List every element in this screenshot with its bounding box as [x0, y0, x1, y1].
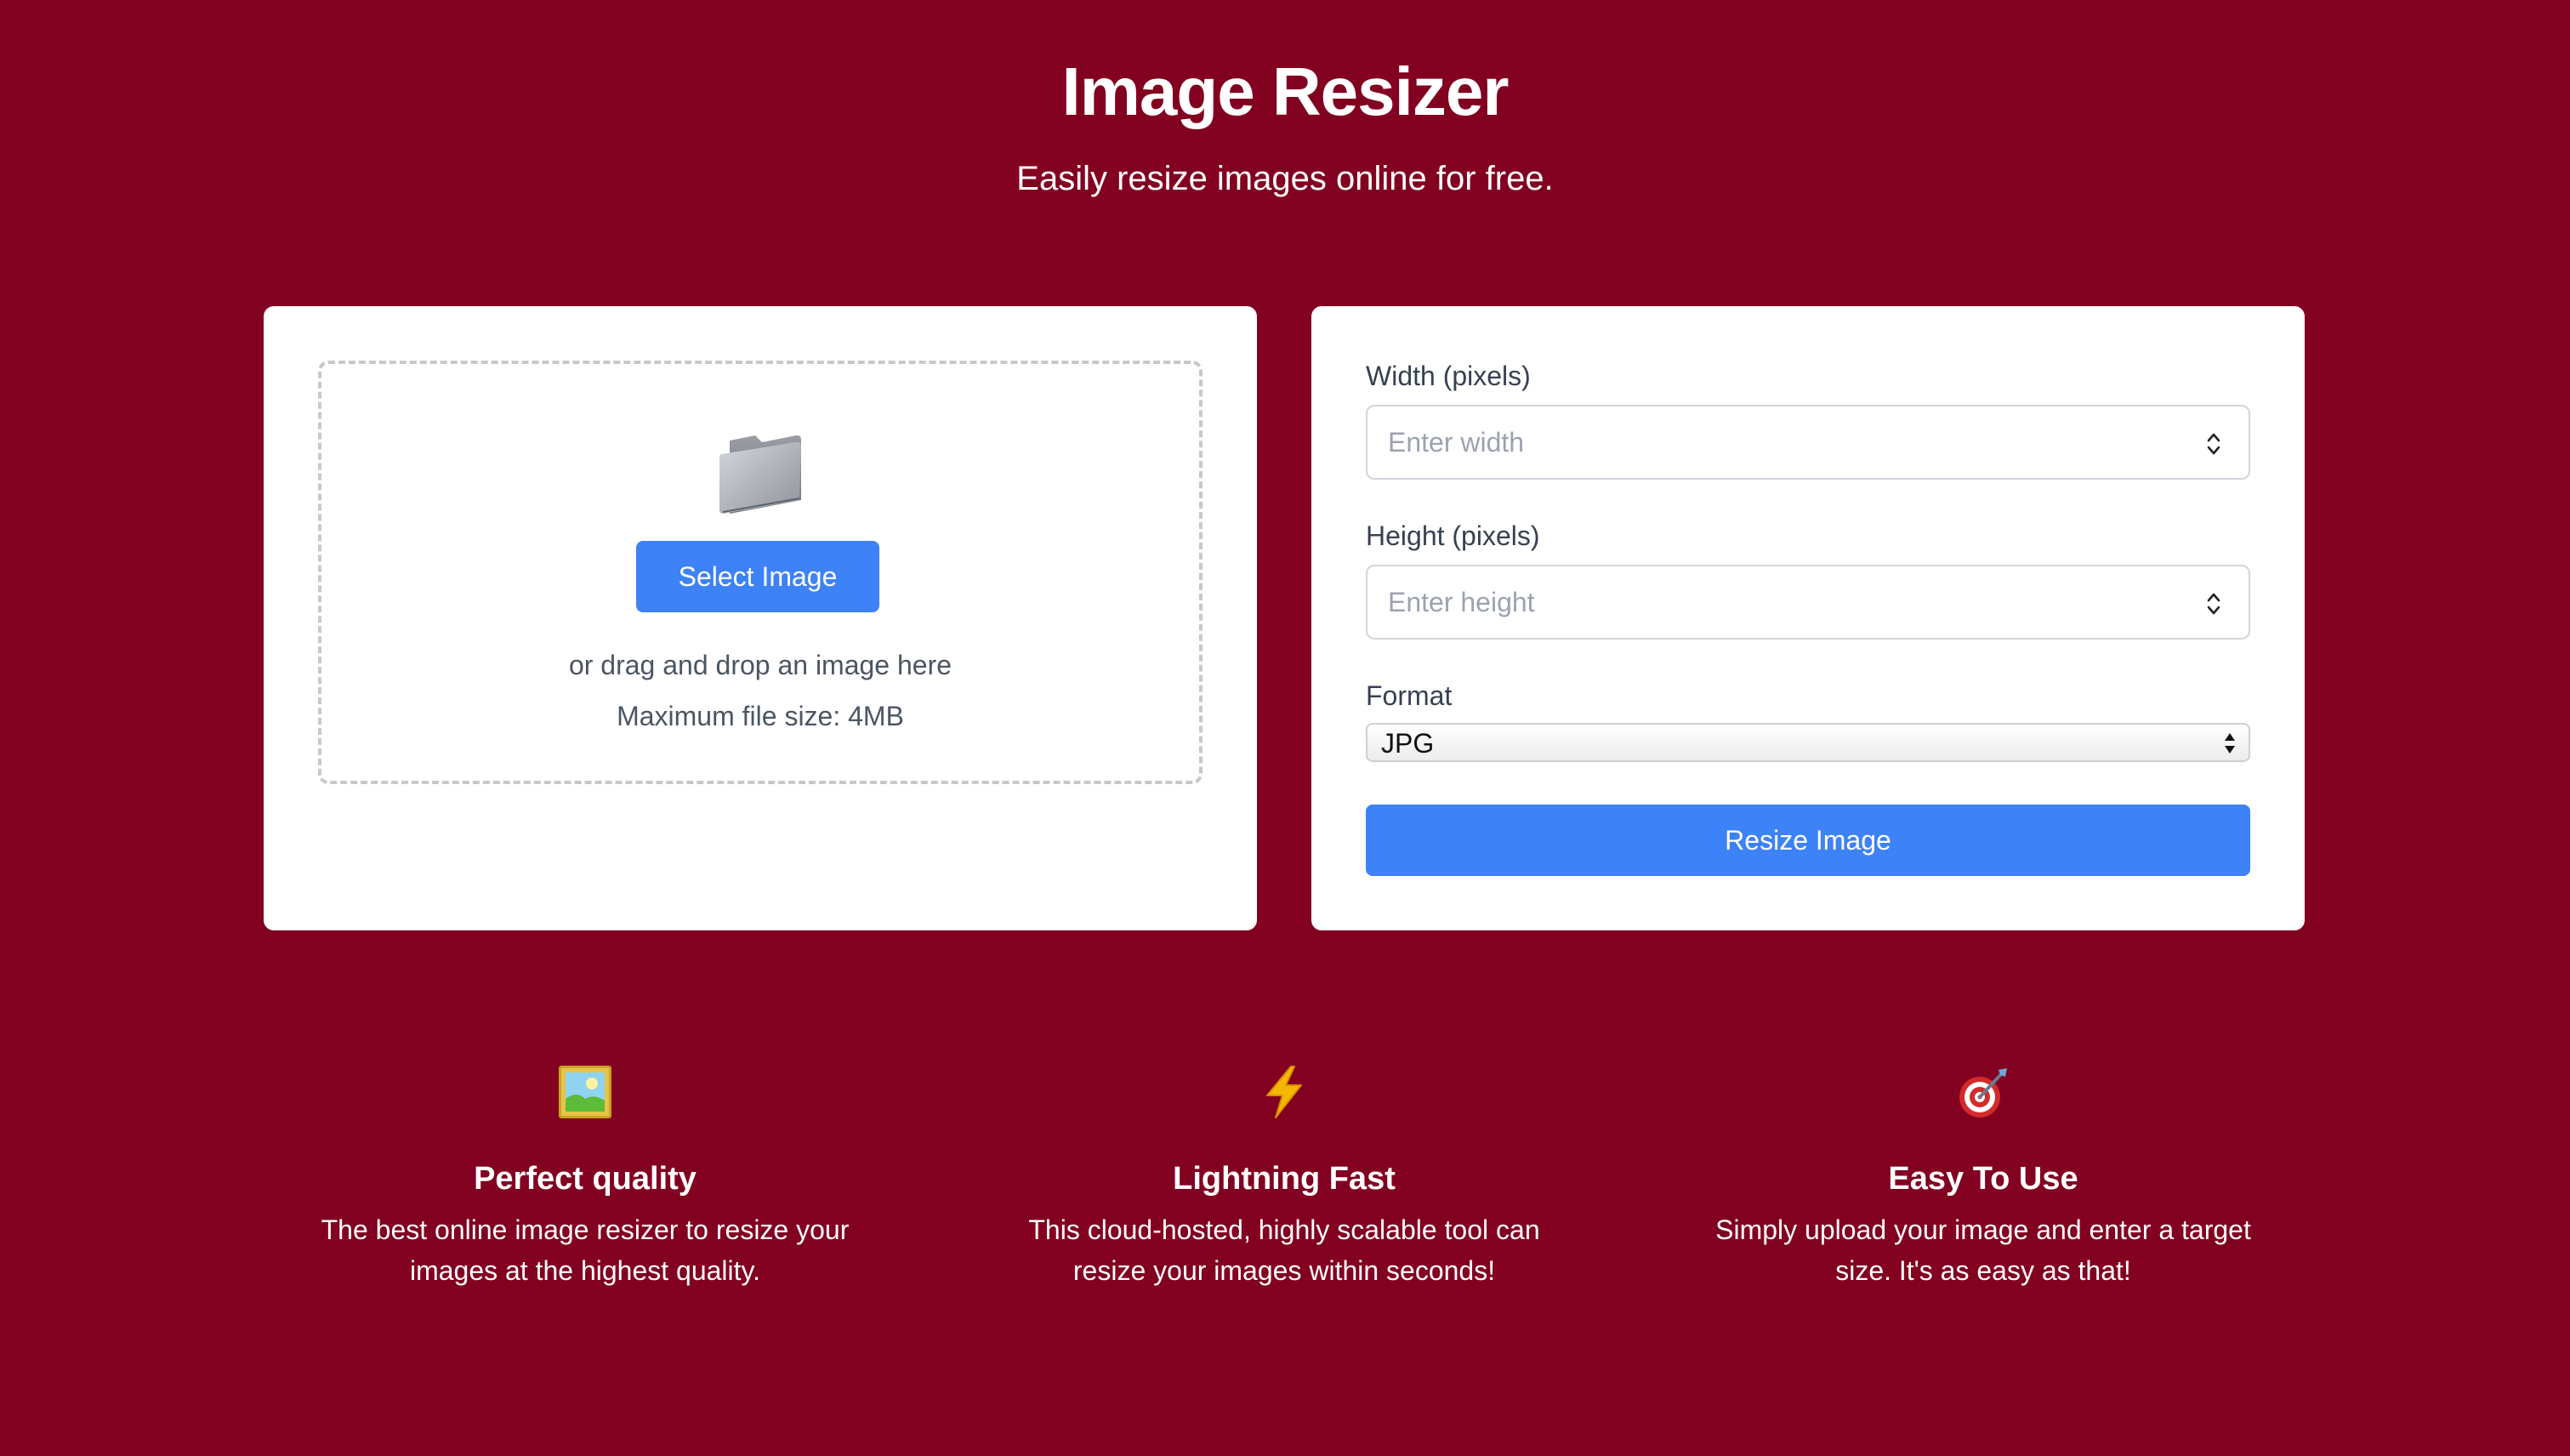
drag-drop-hint: or drag and drop an image here [568, 650, 952, 680]
feature-description-line: The best online image resizer to resize … [321, 1214, 850, 1245]
feature-description-line: This cloud-hosted, highly scalable tool … [1028, 1214, 1540, 1245]
image-dropzone[interactable]: Select Image or drag and drop an image h… [318, 361, 1203, 784]
target-icon [1959, 1068, 2007, 1118]
stepper-icon[interactable] [2206, 590, 2221, 617]
feature-description: The best online image resizer to resize … [279, 1209, 891, 1291]
feature-description-line: size. It's as easy as that! [1835, 1255, 2131, 1286]
feature-perfect-quality: Perfect quality The best online image re… [279, 1065, 891, 1303]
height-label: Height (pixels) [1366, 520, 1540, 551]
feature-easy-to-use: Easy To Use Simply upload your image and… [1677, 1065, 2289, 1303]
page-subtitle: Easily resize images online for free. [1016, 160, 1554, 197]
feature-description-line: resize your images within seconds! [1072, 1255, 1496, 1286]
feature-description: This cloud-hosted, highly scalable tool … [978, 1209, 1590, 1291]
stepper-icon[interactable] [2206, 430, 2221, 458]
feature-lightning-fast: Lightning Fast This cloud-hosted, highly… [978, 1065, 1590, 1303]
lightning-icon [1266, 1066, 1302, 1118]
height-placeholder: Enter height [1388, 587, 1535, 617]
feature-description-line: images at the highest quality. [409, 1255, 761, 1286]
format-selected-value: JPG [1381, 728, 1435, 759]
select-image-button[interactable]: Select Image [636, 541, 879, 612]
resize-image-button[interactable]: Resize Image [1366, 805, 2250, 876]
upload-card: Select Image or drag and drop an image h… [264, 306, 1257, 930]
feature-title: Easy To Use [1888, 1161, 2078, 1197]
page-title: Image Resizer [1061, 54, 1509, 129]
feature-title: Lightning Fast [1173, 1161, 1396, 1197]
settings-card: Width (pixels) Enter width Height (pixel… [1311, 306, 2305, 930]
width-input[interactable]: Enter width [1366, 405, 2250, 480]
height-input[interactable]: Enter height [1366, 565, 2250, 640]
select-arrows-icon [2225, 733, 2235, 754]
format-label: Format [1366, 680, 1453, 711]
format-select[interactable]: JPG [1366, 723, 2250, 762]
width-placeholder: Enter width [1388, 427, 1525, 458]
max-file-size-hint: Maximum file size: 4MB [617, 701, 904, 731]
feature-description: Simply upload your image and enter a tar… [1677, 1209, 2289, 1291]
feature-title: Perfect quality [474, 1161, 697, 1197]
folder-icon [719, 435, 801, 514]
framed-picture-icon [559, 1066, 611, 1118]
width-label: Width (pixels) [1366, 361, 1531, 391]
feature-description-line: Simply upload your image and enter a tar… [1715, 1214, 2251, 1245]
